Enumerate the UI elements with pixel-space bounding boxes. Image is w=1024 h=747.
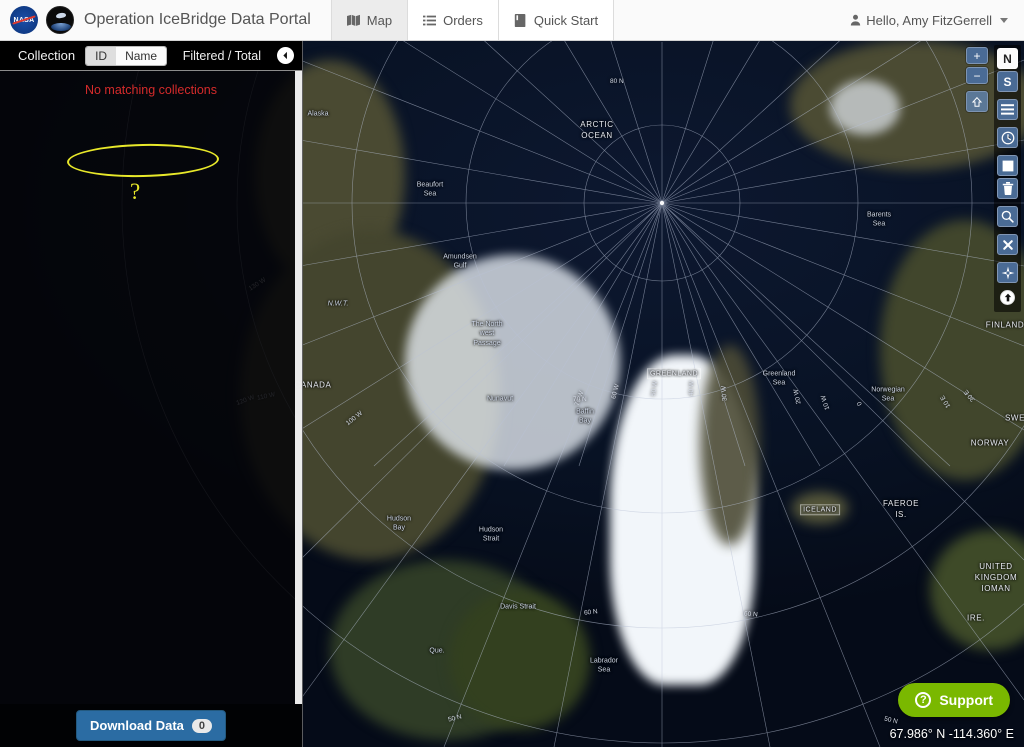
collections-sidebar: Collection ID Name Filtered / Total No m… — [0, 41, 303, 747]
tab-map-label: Map — [366, 12, 393, 28]
map-tool-controls: N S — [994, 45, 1021, 312]
zoom-out-button[interactable]: − — [966, 67, 988, 84]
collapse-up-icon[interactable] — [1000, 290, 1015, 305]
sidebar-footer: Download Data 0 — [0, 704, 302, 747]
book-icon — [514, 13, 527, 27]
crosshair-compass-icon[interactable] — [997, 262, 1018, 283]
user-icon — [850, 14, 861, 26]
support-label: Support — [939, 692, 993, 708]
sort-toggle-id[interactable]: ID — [86, 46, 117, 65]
support-button[interactable]: ? Support — [898, 683, 1010, 717]
sort-toggle[interactable]: ID Name — [85, 45, 168, 66]
download-count-badge: 0 — [191, 718, 213, 733]
nav-tabs: Map Orders Quick Start — [330, 0, 615, 40]
filtered-total-label: Filtered / Total — [182, 48, 261, 63]
landmass-labrador — [450, 590, 590, 730]
sort-toggle-name[interactable]: Name — [116, 46, 167, 65]
coordinate-readout: 67.986° N -114.360° E — [889, 727, 1014, 741]
empty-state-message: No matching collections — [84, 83, 217, 97]
close-x-icon[interactable] — [997, 234, 1018, 255]
chevron-down-icon — [1000, 17, 1008, 23]
map-icon — [346, 14, 360, 27]
icecap-svalbard — [830, 80, 900, 135]
icecap-arctic-archipelago — [405, 255, 620, 470]
user-menu[interactable]: Hello, Amy FitzGerrell — [834, 0, 1024, 40]
user-greeting: Hello, Amy FitzGerrell — [866, 12, 992, 28]
top-navigation-bar: NASA Operation IceBridge Data Portal Map… — [0, 0, 1024, 41]
application-root: ARCTIC OCEAN Alaska Beaufort Sea Amundse… — [0, 0, 1024, 747]
layers-icon[interactable] — [997, 99, 1018, 120]
sidebar-scrollbar[interactable] — [295, 71, 302, 704]
annotation-question-mark: ? — [130, 179, 141, 204]
tab-map[interactable]: Map — [330, 0, 408, 40]
square-select-icon[interactable] — [997, 155, 1018, 176]
landmass-iceland — [792, 492, 848, 524]
collections-list[interactable]: No matching collections ? — [0, 71, 302, 704]
download-data-button[interactable]: Download Data 0 — [75, 710, 227, 741]
tab-quick-start[interactable]: Quick Start — [497, 0, 615, 40]
zoom-in-button[interactable]: + — [966, 47, 988, 64]
hemisphere-north-button[interactable]: N — [997, 48, 1018, 69]
sidebar-toolbar: Collection ID Name Filtered / Total — [0, 41, 302, 71]
history-clock-icon[interactable] — [997, 127, 1018, 148]
chevron-left-icon[interactable] — [277, 47, 294, 64]
landmass-greenland-coast — [700, 345, 760, 545]
list-icon — [423, 14, 437, 27]
landmass-siberia — [790, 40, 1024, 170]
zoom-controls: + − — [966, 47, 988, 112]
hemisphere-south-button[interactable]: S — [997, 71, 1018, 92]
question-circle-icon: ? — [915, 692, 932, 708]
nasa-meatball-logo: NASA — [10, 6, 38, 34]
page-title: Operation IceBridge Data Portal — [84, 11, 311, 28]
tab-orders[interactable]: Orders — [407, 0, 498, 40]
trash-icon[interactable] — [997, 178, 1018, 199]
brand-area: NASA Operation IceBridge Data Portal — [0, 0, 325, 40]
tab-orders-label: Orders — [443, 12, 483, 28]
icebridge-logo — [46, 6, 74, 34]
annotation-ellipse — [66, 142, 220, 179]
collection-label: Collection — [18, 48, 76, 63]
home-arrow-icon[interactable] — [966, 91, 988, 112]
download-data-label: Download Data — [89, 718, 184, 733]
search-icon[interactable] — [997, 206, 1018, 227]
tab-quick-start-label: Quick Start — [533, 12, 599, 28]
